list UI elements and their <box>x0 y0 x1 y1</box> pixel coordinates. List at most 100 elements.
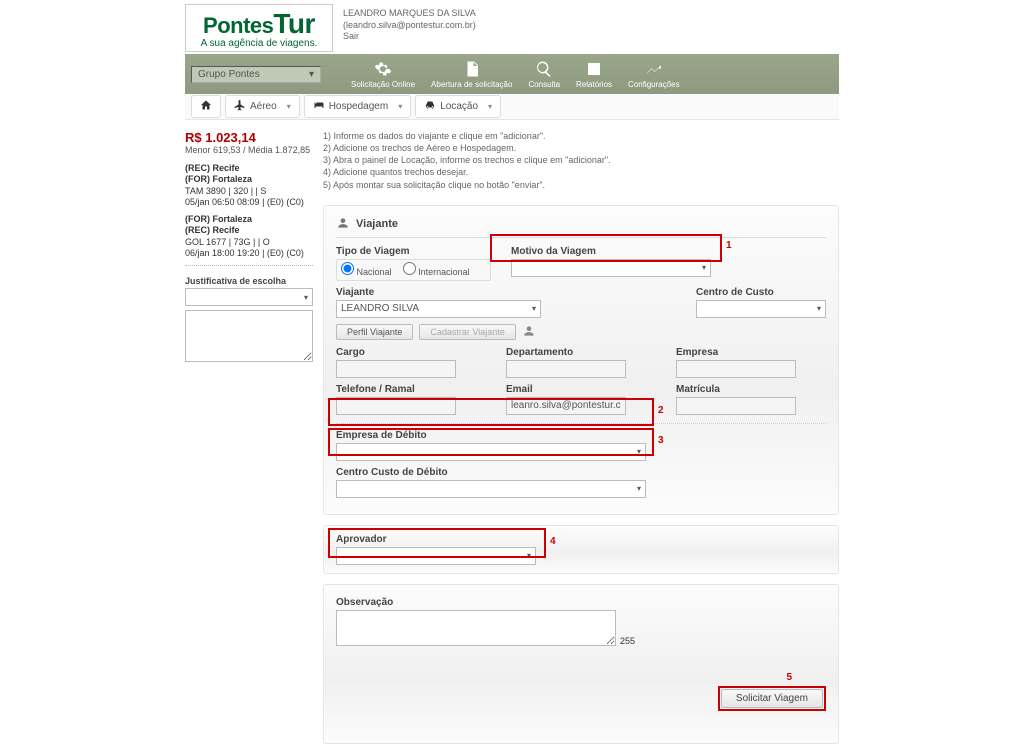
tipo-viagem-label: Tipo de Viagem <box>336 246 491 257</box>
instr-2: 2) Adicione os trechos de Aéreo e Hosped… <box>323 142 839 154</box>
leg-2: (FOR) Fortaleza (REC) Recife GOL 1677 | … <box>185 214 313 259</box>
user-email: (leandro.silva@pontestur.com.br) <box>343 20 476 32</box>
solicitar-viagem-button[interactable]: Solicitar Viagem <box>721 689 823 708</box>
summary-sidebar: R$ 1.023,14 Menor 619,53 / Média 1.872,8… <box>185 130 323 744</box>
person-icon <box>336 216 350 233</box>
observacao-textarea[interactable] <box>336 610 616 646</box>
tab-locacao[interactable]: Locação ▾ <box>415 95 501 118</box>
logo: PontesTur A sua agência de viagens. <box>185 4 333 52</box>
chevron-down-icon: ▾ <box>309 69 314 80</box>
centro-custo-select[interactable]: ▾ <box>696 300 826 318</box>
chevron-down-icon: ▾ <box>527 551 531 560</box>
aprovador-panel: Aprovador ▾ 4 <box>323 525 839 574</box>
centro-custo-debito-label: Centro Custo de Débito <box>336 467 826 478</box>
chevron-down-icon: ▾ <box>398 102 402 111</box>
logout-link[interactable]: Sair <box>343 31 476 43</box>
annotation-num-4: 4 <box>550 536 556 547</box>
toolbar-configuracoes[interactable]: Configurações <box>628 60 680 89</box>
tab-aereo[interactable]: Aéreo ▾ <box>225 95 300 118</box>
toolbar-label: Configurações <box>628 80 680 89</box>
annotation-num-1: 1 <box>726 240 732 251</box>
annotation-num-2: 2 <box>658 405 664 416</box>
telefone-label: Telefone / Ramal <box>336 384 486 395</box>
leg-flight: GOL 1677 | 73G | | O <box>185 237 270 247</box>
departamento-label: Departamento <box>506 347 656 358</box>
toolbar-abertura[interactable]: Abertura de solicitação <box>431 60 512 89</box>
logo-text-2: Tur <box>273 8 315 39</box>
instr-4: 4) Adicione quantos trechos desejar. <box>323 166 839 178</box>
aprovador-select[interactable]: ▾ <box>336 547 536 565</box>
centro-custo-label: Centro de Custo <box>696 287 826 298</box>
tab-locacao-label: Locação <box>440 101 478 112</box>
empresa-label: Empresa <box>676 347 826 358</box>
cargo-label: Cargo <box>336 347 486 358</box>
app-header: PontesTur A sua agência de viagens. LEAN… <box>0 0 1024 52</box>
centro-custo-debito-select[interactable]: ▾ <box>336 480 646 498</box>
matricula-input[interactable] <box>676 397 796 415</box>
user-name: LEANDRO MARQUES DA SILVA <box>343 8 476 20</box>
total-price: R$ 1.023,14 <box>185 130 313 145</box>
toolbar-consulta[interactable]: Consulta <box>528 60 560 89</box>
justification-textarea[interactable] <box>185 310 313 362</box>
leg-to: (REC) Recife <box>185 225 240 235</box>
car-icon <box>424 99 436 114</box>
tab-aereo-label: Aéreo <box>250 101 277 112</box>
radio-nacional[interactable]: Nacional <box>341 267 392 277</box>
telefone-input[interactable] <box>336 397 456 415</box>
toolbar-label: Solicitação Online <box>351 80 415 89</box>
matricula-label: Matrícula <box>676 384 826 395</box>
company-group-label: Grupo Pontes <box>198 69 260 80</box>
chevron-down-icon: ▾ <box>532 304 536 313</box>
plane-icon <box>234 99 246 114</box>
chevron-down-icon: ▾ <box>488 102 492 111</box>
justification-select[interactable]: ▾ <box>185 288 313 306</box>
aprovador-label: Aprovador <box>336 534 826 545</box>
tab-hospedagem[interactable]: Hospedagem ▾ <box>304 95 412 118</box>
leg-1: (REC) Recife (FOR) Fortaleza TAM 3890 | … <box>185 163 313 208</box>
person-add-icon[interactable] <box>522 324 536 341</box>
chevron-down-icon: ▾ <box>637 447 641 456</box>
empresa-input[interactable] <box>676 360 796 378</box>
annotation-num-3: 3 <box>658 435 664 446</box>
observacao-label: Observação <box>336 597 826 608</box>
viajante-panel: Viajante Tipo de Viagem Nacional Interna… <box>323 205 839 515</box>
panel-header: Viajante <box>336 216 826 238</box>
leg-flight: TAM 3890 | 320 | | S <box>185 186 266 196</box>
toolbar-label: Relatórios <box>576 80 612 89</box>
logo-text-1: Pontes <box>203 13 273 38</box>
tools-icon <box>645 60 663 80</box>
report-icon <box>585 60 603 80</box>
leg-to: (FOR) Fortaleza <box>185 174 252 184</box>
viajante-select[interactable]: LEANDRO SILVA▾ <box>336 300 541 318</box>
leg-times: 06/jan 18:00 19:20 | (E0) (C0) <box>185 248 304 258</box>
viajante-label: Viajante <box>336 287 541 298</box>
toolbar-relatorios[interactable]: Relatórios <box>576 60 612 89</box>
bed-icon <box>313 99 325 114</box>
motivo-select[interactable]: ▾ <box>511 259 711 277</box>
toolbar-solicitacao-online[interactable]: Solicitação Online <box>351 60 415 89</box>
chevron-down-icon: ▾ <box>287 102 291 111</box>
radio-internacional[interactable]: Internacional <box>403 267 470 277</box>
toolbar-label: Abertura de solicitação <box>431 80 512 89</box>
gear-icon <box>374 60 392 80</box>
justification-label: Justificativa de escolha <box>185 276 313 286</box>
main-toolbar: Grupo Pontes ▾ Solicitação Online Abertu… <box>185 54 839 94</box>
empresa-debito-select[interactable]: ▾ <box>336 443 646 461</box>
email-input[interactable] <box>506 397 626 415</box>
document-icon <box>463 60 481 80</box>
email-label: Email <box>506 384 656 395</box>
annotation-box-5: Solicitar Viagem <box>718 686 826 711</box>
annotation-num-5: 5 <box>786 672 792 683</box>
panel-title: Viajante <box>356 218 398 230</box>
chevron-down-icon: ▾ <box>817 304 821 313</box>
company-group-select[interactable]: Grupo Pontes ▾ <box>191 66 321 83</box>
instr-5: 5) Após montar sua solicitação clique no… <box>323 179 839 191</box>
cargo-input[interactable] <box>336 360 456 378</box>
perfil-viajante-button[interactable]: Perfil Viajante <box>336 324 413 340</box>
cadastrar-viajante-button[interactable]: Cadastrar Viajante <box>419 324 515 340</box>
char-count: 255 <box>620 636 635 646</box>
empresa-debito-label: Empresa de Débito <box>336 430 826 441</box>
tab-home[interactable] <box>191 95 221 118</box>
tab-hospedagem-label: Hospedagem <box>329 101 388 112</box>
departamento-input[interactable] <box>506 360 626 378</box>
